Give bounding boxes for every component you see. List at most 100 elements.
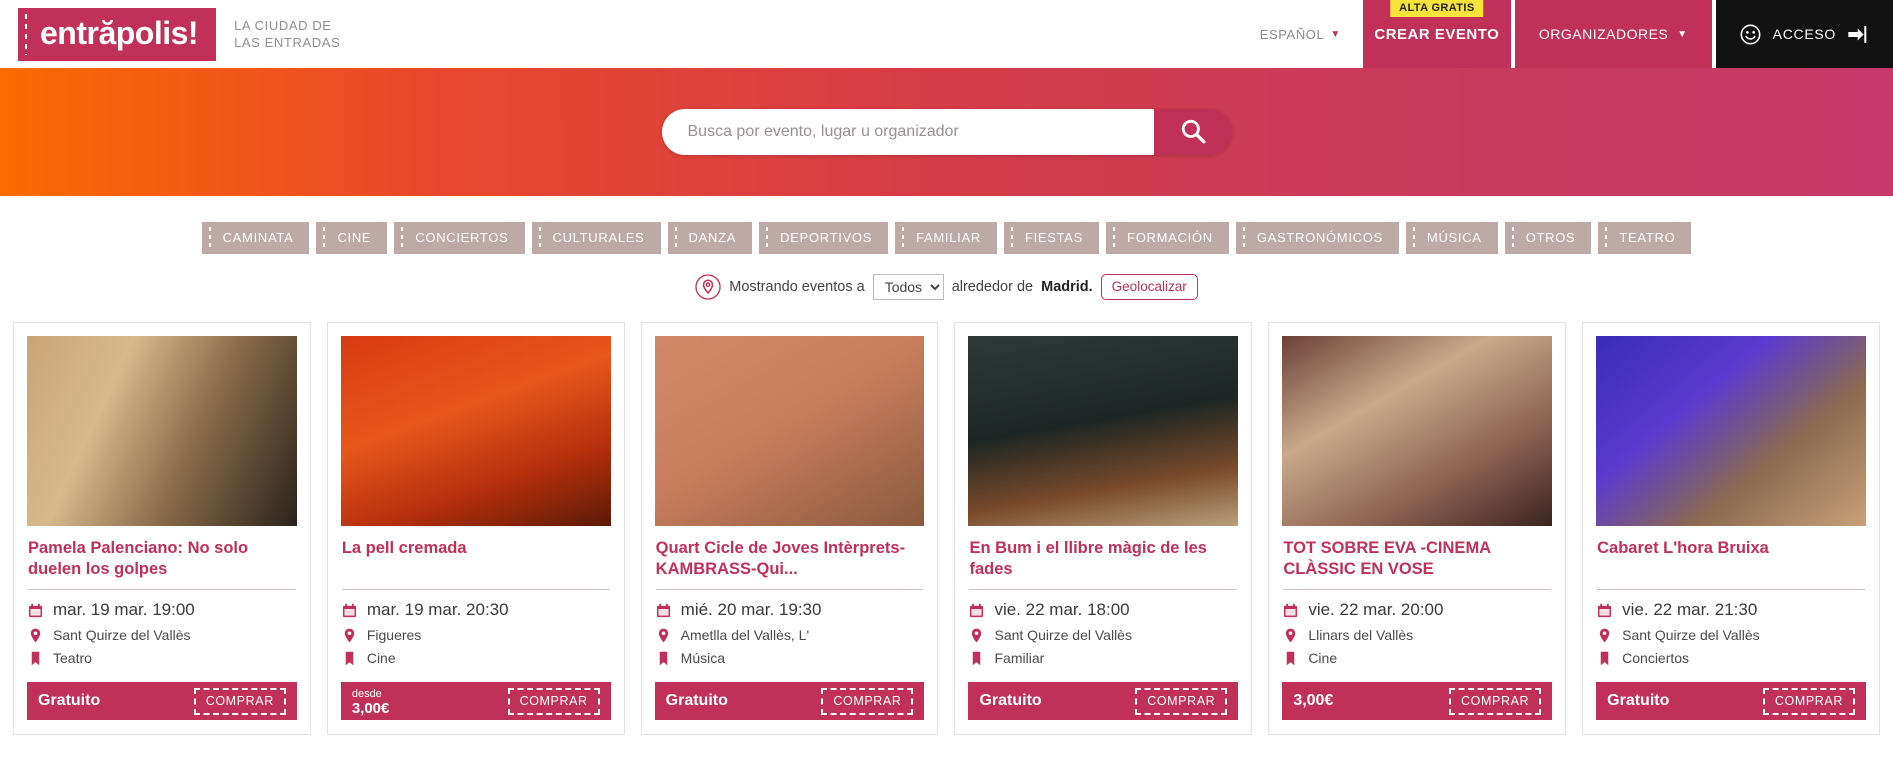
access-label: ACCESO: [1772, 26, 1836, 42]
category-pill-otros[interactable]: OTROS: [1504, 222, 1592, 254]
event-poster-image[interactable]: [654, 336, 925, 526]
access-login-button[interactable]: ACCESO: [1715, 0, 1893, 68]
buy-button[interactable]: COMPRAR: [1449, 687, 1542, 715]
calendar-icon: [28, 603, 43, 618]
header-nav: ESPAÑOL ▼ ALTA GRATIS CREAR EVENTO ORGAN…: [1238, 0, 1893, 68]
event-category-row: Cine: [1283, 650, 1551, 666]
event-poster-image[interactable]: [340, 336, 611, 526]
event-poster-image[interactable]: [1596, 336, 1866, 526]
event-card-footer: Gratuito COMPRAR: [654, 682, 925, 720]
event-date: vie. 22 mar. 18:00: [994, 600, 1130, 619]
event-title[interactable]: TOT SOBRE EVA -CINEMA CLÀSSIC EN VOSE: [1283, 538, 1551, 580]
tagline-line-1: LA CIUDAD DE: [234, 18, 332, 33]
event-price: Gratuito: [665, 692, 728, 709]
event-card-body: En Bum i el llibre màgic de les fades vie…: [955, 526, 1251, 673]
event-place-row: Sant Quirze del Vallès: [1597, 627, 1865, 643]
event-category-row: Música: [656, 650, 924, 666]
event-card-footer: Gratuito COMPRAR: [27, 682, 297, 720]
language-label: ESPAÑOL: [1259, 26, 1325, 42]
bookmark-icon: [1597, 651, 1612, 666]
event-category-row: Conciertos: [1597, 650, 1865, 666]
category-pill-danza[interactable]: DANZA: [667, 222, 753, 254]
map-pin-icon: [969, 628, 984, 643]
category-pill-formación[interactable]: FORMACIÓN: [1106, 222, 1229, 254]
bookmark-icon: [969, 651, 984, 666]
event-title[interactable]: Quart Cicle de Joves Intèrprets-KAMBRASS…: [656, 538, 924, 580]
calendar-icon: [969, 603, 984, 618]
map-pin-icon: [656, 628, 671, 643]
search-submit-button[interactable]: [1153, 109, 1232, 155]
category-pill-cine[interactable]: CINE: [316, 222, 388, 254]
event-place-row: Sant Quirze del Vallès: [969, 627, 1237, 643]
event-card[interactable]: Quart Cicle de Joves Intèrprets-KAMBRASS…: [640, 322, 939, 735]
category-pill-música[interactable]: MÚSICA: [1405, 222, 1498, 254]
geolocate-button[interactable]: Geolocalizar: [1100, 274, 1198, 300]
event-place-row: Sant Quirze del Vallès: [28, 627, 296, 643]
buy-button[interactable]: COMPRAR: [821, 687, 914, 715]
category-pill-familiar[interactable]: FAMILIAR: [895, 222, 997, 254]
event-card-footer: 3,00€ COMPRAR: [1282, 682, 1553, 720]
site-header: entrăpolis! LA CIUDAD DE LAS ENTRADAS ES…: [0, 0, 1893, 68]
category-pill-fiestas[interactable]: FIESTAS: [1003, 222, 1100, 254]
organizers-menu[interactable]: ORGANIZADORES ▼: [1514, 0, 1712, 68]
calendar-icon: [342, 603, 357, 618]
event-card-body: La pell cremada mar. 19 mar. 20:30 Figuere…: [328, 526, 624, 673]
tagline-line-2: LAS ENTRADAS: [234, 35, 341, 50]
event-card[interactable]: TOT SOBRE EVA -CINEMA CLÀSSIC EN VOSE vie…: [1268, 322, 1567, 735]
event-price: Gratuito: [1607, 692, 1670, 709]
event-title[interactable]: Pamela Palenciano: No solo duelen los go…: [28, 538, 296, 580]
map-pin-icon: [1283, 628, 1298, 643]
smiley-face-icon: [1740, 24, 1761, 45]
category-pill-gastronómicos[interactable]: GASTRONÓMICOS: [1235, 222, 1399, 254]
category-pill-culturales[interactable]: CULTURALES: [531, 222, 661, 254]
category-pill-deportivos[interactable]: DEPORTIVOS: [759, 222, 889, 254]
category-pill-teatro[interactable]: TEATRO: [1598, 222, 1692, 254]
logo-block[interactable]: entrăpolis! LA CIUDAD DE LAS ENTRADAS: [0, 0, 340, 68]
login-arrow-icon: [1848, 25, 1869, 43]
bookmark-icon: [28, 651, 43, 666]
divider: [28, 589, 296, 590]
event-price: Gratuito: [979, 692, 1042, 709]
price-amount: 3,00€: [351, 699, 390, 717]
event-title[interactable]: En Bum i el llibre màgic de les fades: [969, 538, 1237, 580]
event-date-row: vie. 22 mar. 18:00: [969, 600, 1237, 620]
category-pill-caminata[interactable]: CAMINATA: [201, 222, 310, 254]
event-poster-image[interactable]: [27, 336, 297, 526]
event-card-body: Quart Cicle de Joves Intèrprets-KAMBRASS…: [642, 526, 938, 673]
buy-button[interactable]: COMPRAR: [1762, 687, 1855, 715]
buy-button[interactable]: COMPRAR: [507, 687, 600, 715]
event-title[interactable]: Cabaret L'hora Bruixa: [1597, 538, 1865, 580]
event-category: Cine: [1308, 650, 1338, 666]
event-date: mar. 19 mar. 20:30: [366, 600, 509, 619]
event-category-row: Cine: [342, 650, 610, 666]
event-card[interactable]: Pamela Palenciano: No solo duelen los go…: [13, 322, 311, 735]
logo-tagline: LA CIUDAD DE LAS ENTRADAS: [234, 17, 340, 51]
category-pill-conciertos[interactable]: CONCIERTOS: [394, 222, 525, 254]
event-poster-image[interactable]: [1282, 336, 1553, 526]
price-prefix: desde: [351, 687, 382, 700]
divider: [655, 589, 924, 590]
event-card-footer: Gratuito COMPRAR: [1596, 682, 1866, 720]
event-date-row: mar. 19 mar. 19:00: [28, 600, 296, 620]
site-logo[interactable]: entrăpolis!: [18, 7, 217, 61]
event-card[interactable]: Cabaret L'hora Bruixa vie. 22 mar. 21:30 S…: [1582, 322, 1880, 735]
event-title[interactable]: La pell cremada: [342, 538, 610, 580]
distance-range-select[interactable]: Todos: [872, 274, 944, 300]
search-input[interactable]: [661, 109, 1154, 155]
calendar-icon: [1597, 603, 1612, 618]
divider: [1597, 589, 1865, 590]
event-poster-image[interactable]: [968, 336, 1239, 526]
buy-button[interactable]: COMPRAR: [1135, 687, 1228, 715]
create-event-button[interactable]: ALTA GRATIS CREAR EVENTO: [1362, 0, 1511, 68]
map-pin-circle-icon: [695, 274, 721, 300]
event-place-row: Figueres: [342, 627, 610, 643]
create-event-label: CREAR EVENTO: [1374, 25, 1500, 43]
buy-button[interactable]: COMPRAR: [193, 687, 286, 715]
search-icon: [1180, 118, 1206, 147]
event-card[interactable]: En Bum i el llibre màgic de les fades vie…: [954, 322, 1253, 735]
language-selector[interactable]: ESPAÑOL ▼: [1238, 0, 1363, 68]
event-date-row: vie. 22 mar. 21:30: [1597, 600, 1865, 620]
divider: [969, 589, 1238, 590]
event-place: Ametlla del Vallès, L': [680, 627, 810, 643]
event-card[interactable]: La pell cremada mar. 19 mar. 20:30 Figuere…: [326, 322, 625, 735]
